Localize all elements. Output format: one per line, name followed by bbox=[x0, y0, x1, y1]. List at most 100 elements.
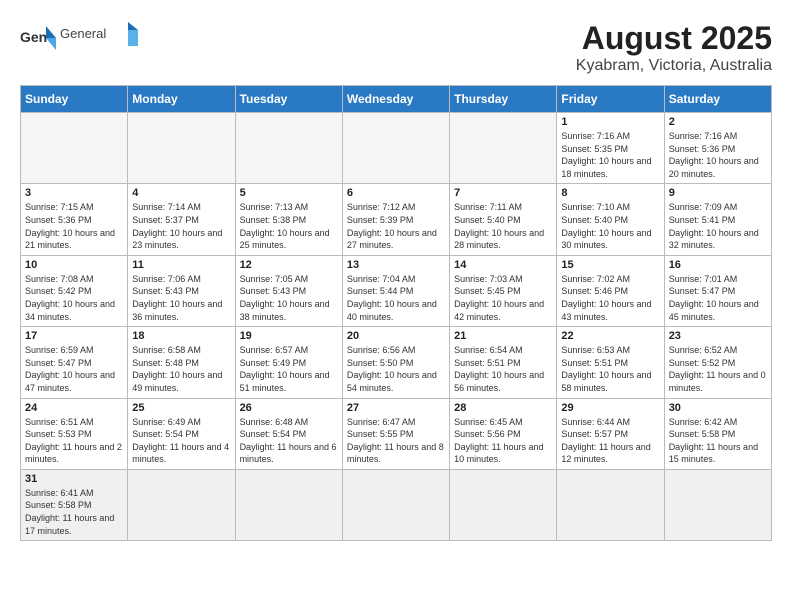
calendar-cell: 4Sunrise: 7:14 AM Sunset: 5:37 PM Daylig… bbox=[128, 184, 235, 255]
day-number: 29 bbox=[561, 402, 659, 414]
calendar-cell: 21 Sunrise: 6:54 AM Sunset: 5:51 PM Dayli… bbox=[450, 327, 557, 398]
calendar-cell: 24Sunrise: 6:51 AM Sunset: 5:53 PM Dayli… bbox=[21, 398, 128, 469]
day-info: Sunrise: 6:47 AM Sunset: 5:55 PM Dayligh… bbox=[347, 416, 445, 466]
day-number: 30 bbox=[669, 402, 767, 414]
week-row-2: 3Sunrise: 7:15 AM Sunset: 5:36 PM Daylig… bbox=[21, 184, 772, 255]
calendar-cell: 6Sunrise: 7:12 AM Sunset: 5:39 PM Daylig… bbox=[342, 184, 449, 255]
calendar-cell: 2 Sunrise: 7:16 AM Sunset: 5:36 PM Daylig… bbox=[664, 113, 771, 184]
calendar-cell bbox=[342, 469, 449, 540]
calendar-cell bbox=[557, 469, 664, 540]
day-info: Sunrise: 6:54 AM Sunset: 5:51 PM Dayligh… bbox=[454, 344, 552, 394]
calendar-cell bbox=[128, 469, 235, 540]
weekday-header-row: SundayMondayTuesdayWednesdayThursdayFrid… bbox=[21, 86, 772, 113]
week-row-1: 1 Sunrise: 7:16 AM Sunset: 5:35 PM Daylig… bbox=[21, 113, 772, 184]
day-number: 3 bbox=[25, 187, 123, 199]
calendar-cell: 11 Sunrise: 7:06 AM Sunset: 5:43 PM Dayli… bbox=[128, 255, 235, 326]
day-number: 17 bbox=[25, 330, 123, 342]
day-number: 11 bbox=[132, 259, 230, 271]
day-info: Sunrise: 6:45 AM Sunset: 5:56 PM Dayligh… bbox=[454, 416, 552, 466]
calendar-cell: 9 Sunrise: 7:09 AM Sunset: 5:41 PM Daylig… bbox=[664, 184, 771, 255]
calendar-cell bbox=[128, 113, 235, 184]
week-row-6: 31Sunrise: 6:41 AM Sunset: 5:58 PM Dayli… bbox=[21, 469, 772, 540]
day-info: Sunrise: 7:09 AM Sunset: 5:41 PM Dayligh… bbox=[669, 201, 767, 251]
week-row-3: 10 Sunrise: 7:08 AM Sunset: 5:42 PM Dayli… bbox=[21, 255, 772, 326]
calendar-cell: 16 Sunrise: 7:01 AM Sunset: 5:47 PM Dayli… bbox=[664, 255, 771, 326]
day-number: 20 bbox=[347, 330, 445, 342]
title-area: August 2025 Kyabram, Victoria, Australia bbox=[576, 20, 772, 75]
calendar-cell bbox=[235, 469, 342, 540]
calendar-cell: 22Sunrise: 6:53 AM Sunset: 5:51 PM Dayli… bbox=[557, 327, 664, 398]
day-info: Sunrise: 6:41 AM Sunset: 5:58 PM Dayligh… bbox=[25, 487, 123, 537]
day-number: 28 bbox=[454, 402, 552, 414]
day-number: 1 bbox=[561, 116, 659, 128]
day-number: 10 bbox=[25, 259, 123, 271]
calendar-cell bbox=[342, 113, 449, 184]
weekday-header-friday: Friday bbox=[557, 86, 664, 113]
calendar-cell: 26 Sunrise: 6:48 AM Sunset: 5:54 PM Dayli… bbox=[235, 398, 342, 469]
day-info: Sunrise: 6:48 AM Sunset: 5:54 PM Dayligh… bbox=[240, 416, 338, 466]
calendar-cell bbox=[235, 113, 342, 184]
calendar-cell: 12Sunrise: 7:05 AM Sunset: 5:43 PM Dayli… bbox=[235, 255, 342, 326]
week-row-5: 24Sunrise: 6:51 AM Sunset: 5:53 PM Dayli… bbox=[21, 398, 772, 469]
day-info: Sunrise: 7:06 AM Sunset: 5:43 PM Dayligh… bbox=[132, 273, 230, 323]
calendar-cell: 25Sunrise: 6:49 AM Sunset: 5:54 PM Dayli… bbox=[128, 398, 235, 469]
day-info: Sunrise: 6:49 AM Sunset: 5:54 PM Dayligh… bbox=[132, 416, 230, 466]
day-info: Sunrise: 7:14 AM Sunset: 5:37 PM Dayligh… bbox=[132, 201, 230, 251]
page-header: General General August 2025 Kyabram, Vic… bbox=[20, 20, 772, 75]
calendar-cell: 20 Sunrise: 6:56 AM Sunset: 5:50 PM Dayli… bbox=[342, 327, 449, 398]
day-number: 2 bbox=[669, 116, 767, 128]
day-info: Sunrise: 7:02 AM Sunset: 5:46 PM Dayligh… bbox=[561, 273, 659, 323]
day-info: Sunrise: 6:58 AM Sunset: 5:48 PM Dayligh… bbox=[132, 344, 230, 394]
calendar-cell: 17 Sunrise: 6:59 AM Sunset: 5:47 PM Dayli… bbox=[21, 327, 128, 398]
day-number: 14 bbox=[454, 259, 552, 271]
calendar-cell bbox=[664, 469, 771, 540]
month-year-title: August 2025 bbox=[576, 20, 772, 57]
week-row-4: 17 Sunrise: 6:59 AM Sunset: 5:47 PM Dayli… bbox=[21, 327, 772, 398]
day-number: 23 bbox=[669, 330, 767, 342]
calendar-cell: 7Sunrise: 7:11 AM Sunset: 5:40 PM Daylig… bbox=[450, 184, 557, 255]
calendar-cell: 19Sunrise: 6:57 AM Sunset: 5:49 PM Dayli… bbox=[235, 327, 342, 398]
day-number: 19 bbox=[240, 330, 338, 342]
calendar-cell: 3Sunrise: 7:15 AM Sunset: 5:36 PM Daylig… bbox=[21, 184, 128, 255]
day-info: Sunrise: 7:11 AM Sunset: 5:40 PM Dayligh… bbox=[454, 201, 552, 251]
weekday-header-wednesday: Wednesday bbox=[342, 86, 449, 113]
calendar-table: SundayMondayTuesdayWednesdayThursdayFrid… bbox=[20, 85, 772, 541]
calendar-cell: 30Sunrise: 6:42 AM Sunset: 5:58 PM Dayli… bbox=[664, 398, 771, 469]
calendar-cell: 27 Sunrise: 6:47 AM Sunset: 5:55 PM Dayli… bbox=[342, 398, 449, 469]
day-number: 13 bbox=[347, 259, 445, 271]
day-number: 16 bbox=[669, 259, 767, 271]
calendar-cell bbox=[21, 113, 128, 184]
calendar-cell bbox=[450, 469, 557, 540]
calendar-cell: 15Sunrise: 7:02 AM Sunset: 5:46 PM Dayli… bbox=[557, 255, 664, 326]
day-info: Sunrise: 7:16 AM Sunset: 5:35 PM Dayligh… bbox=[561, 130, 659, 180]
day-info: Sunrise: 7:16 AM Sunset: 5:36 PM Dayligh… bbox=[669, 130, 767, 180]
calendar-cell: 14Sunrise: 7:03 AM Sunset: 5:45 PM Dayli… bbox=[450, 255, 557, 326]
logo-text: General bbox=[60, 20, 140, 55]
calendar-cell: 29 Sunrise: 6:44 AM Sunset: 5:57 PM Dayli… bbox=[557, 398, 664, 469]
calendar-cell: 1 Sunrise: 7:16 AM Sunset: 5:35 PM Daylig… bbox=[557, 113, 664, 184]
day-number: 27 bbox=[347, 402, 445, 414]
svg-text:General: General bbox=[60, 26, 106, 41]
day-number: 26 bbox=[240, 402, 338, 414]
day-info: Sunrise: 6:56 AM Sunset: 5:50 PM Dayligh… bbox=[347, 344, 445, 394]
day-info: Sunrise: 7:01 AM Sunset: 5:47 PM Dayligh… bbox=[669, 273, 767, 323]
calendar-cell: 8 Sunrise: 7:10 AM Sunset: 5:40 PM Daylig… bbox=[557, 184, 664, 255]
location-subtitle: Kyabram, Victoria, Australia bbox=[576, 57, 772, 75]
day-info: Sunrise: 7:10 AM Sunset: 5:40 PM Dayligh… bbox=[561, 201, 659, 251]
day-info: Sunrise: 7:13 AM Sunset: 5:38 PM Dayligh… bbox=[240, 201, 338, 251]
day-info: Sunrise: 7:08 AM Sunset: 5:42 PM Dayligh… bbox=[25, 273, 123, 323]
calendar-cell: 5Sunrise: 7:13 AM Sunset: 5:38 PM Daylig… bbox=[235, 184, 342, 255]
calendar-cell: 18Sunrise: 6:58 AM Sunset: 5:48 PM Dayli… bbox=[128, 327, 235, 398]
weekday-header-monday: Monday bbox=[128, 86, 235, 113]
calendar-cell: 13Sunrise: 7:04 AM Sunset: 5:44 PM Dayli… bbox=[342, 255, 449, 326]
day-number: 22 bbox=[561, 330, 659, 342]
calendar-cell: 28 Sunrise: 6:45 AM Sunset: 5:56 PM Dayli… bbox=[450, 398, 557, 469]
day-number: 8 bbox=[561, 187, 659, 199]
day-number: 9 bbox=[669, 187, 767, 199]
day-number: 21 bbox=[454, 330, 552, 342]
calendar-cell bbox=[450, 113, 557, 184]
day-number: 12 bbox=[240, 259, 338, 271]
day-info: Sunrise: 6:59 AM Sunset: 5:47 PM Dayligh… bbox=[25, 344, 123, 394]
day-info: Sunrise: 6:44 AM Sunset: 5:57 PM Dayligh… bbox=[561, 416, 659, 466]
logo-icon: General bbox=[20, 24, 56, 52]
